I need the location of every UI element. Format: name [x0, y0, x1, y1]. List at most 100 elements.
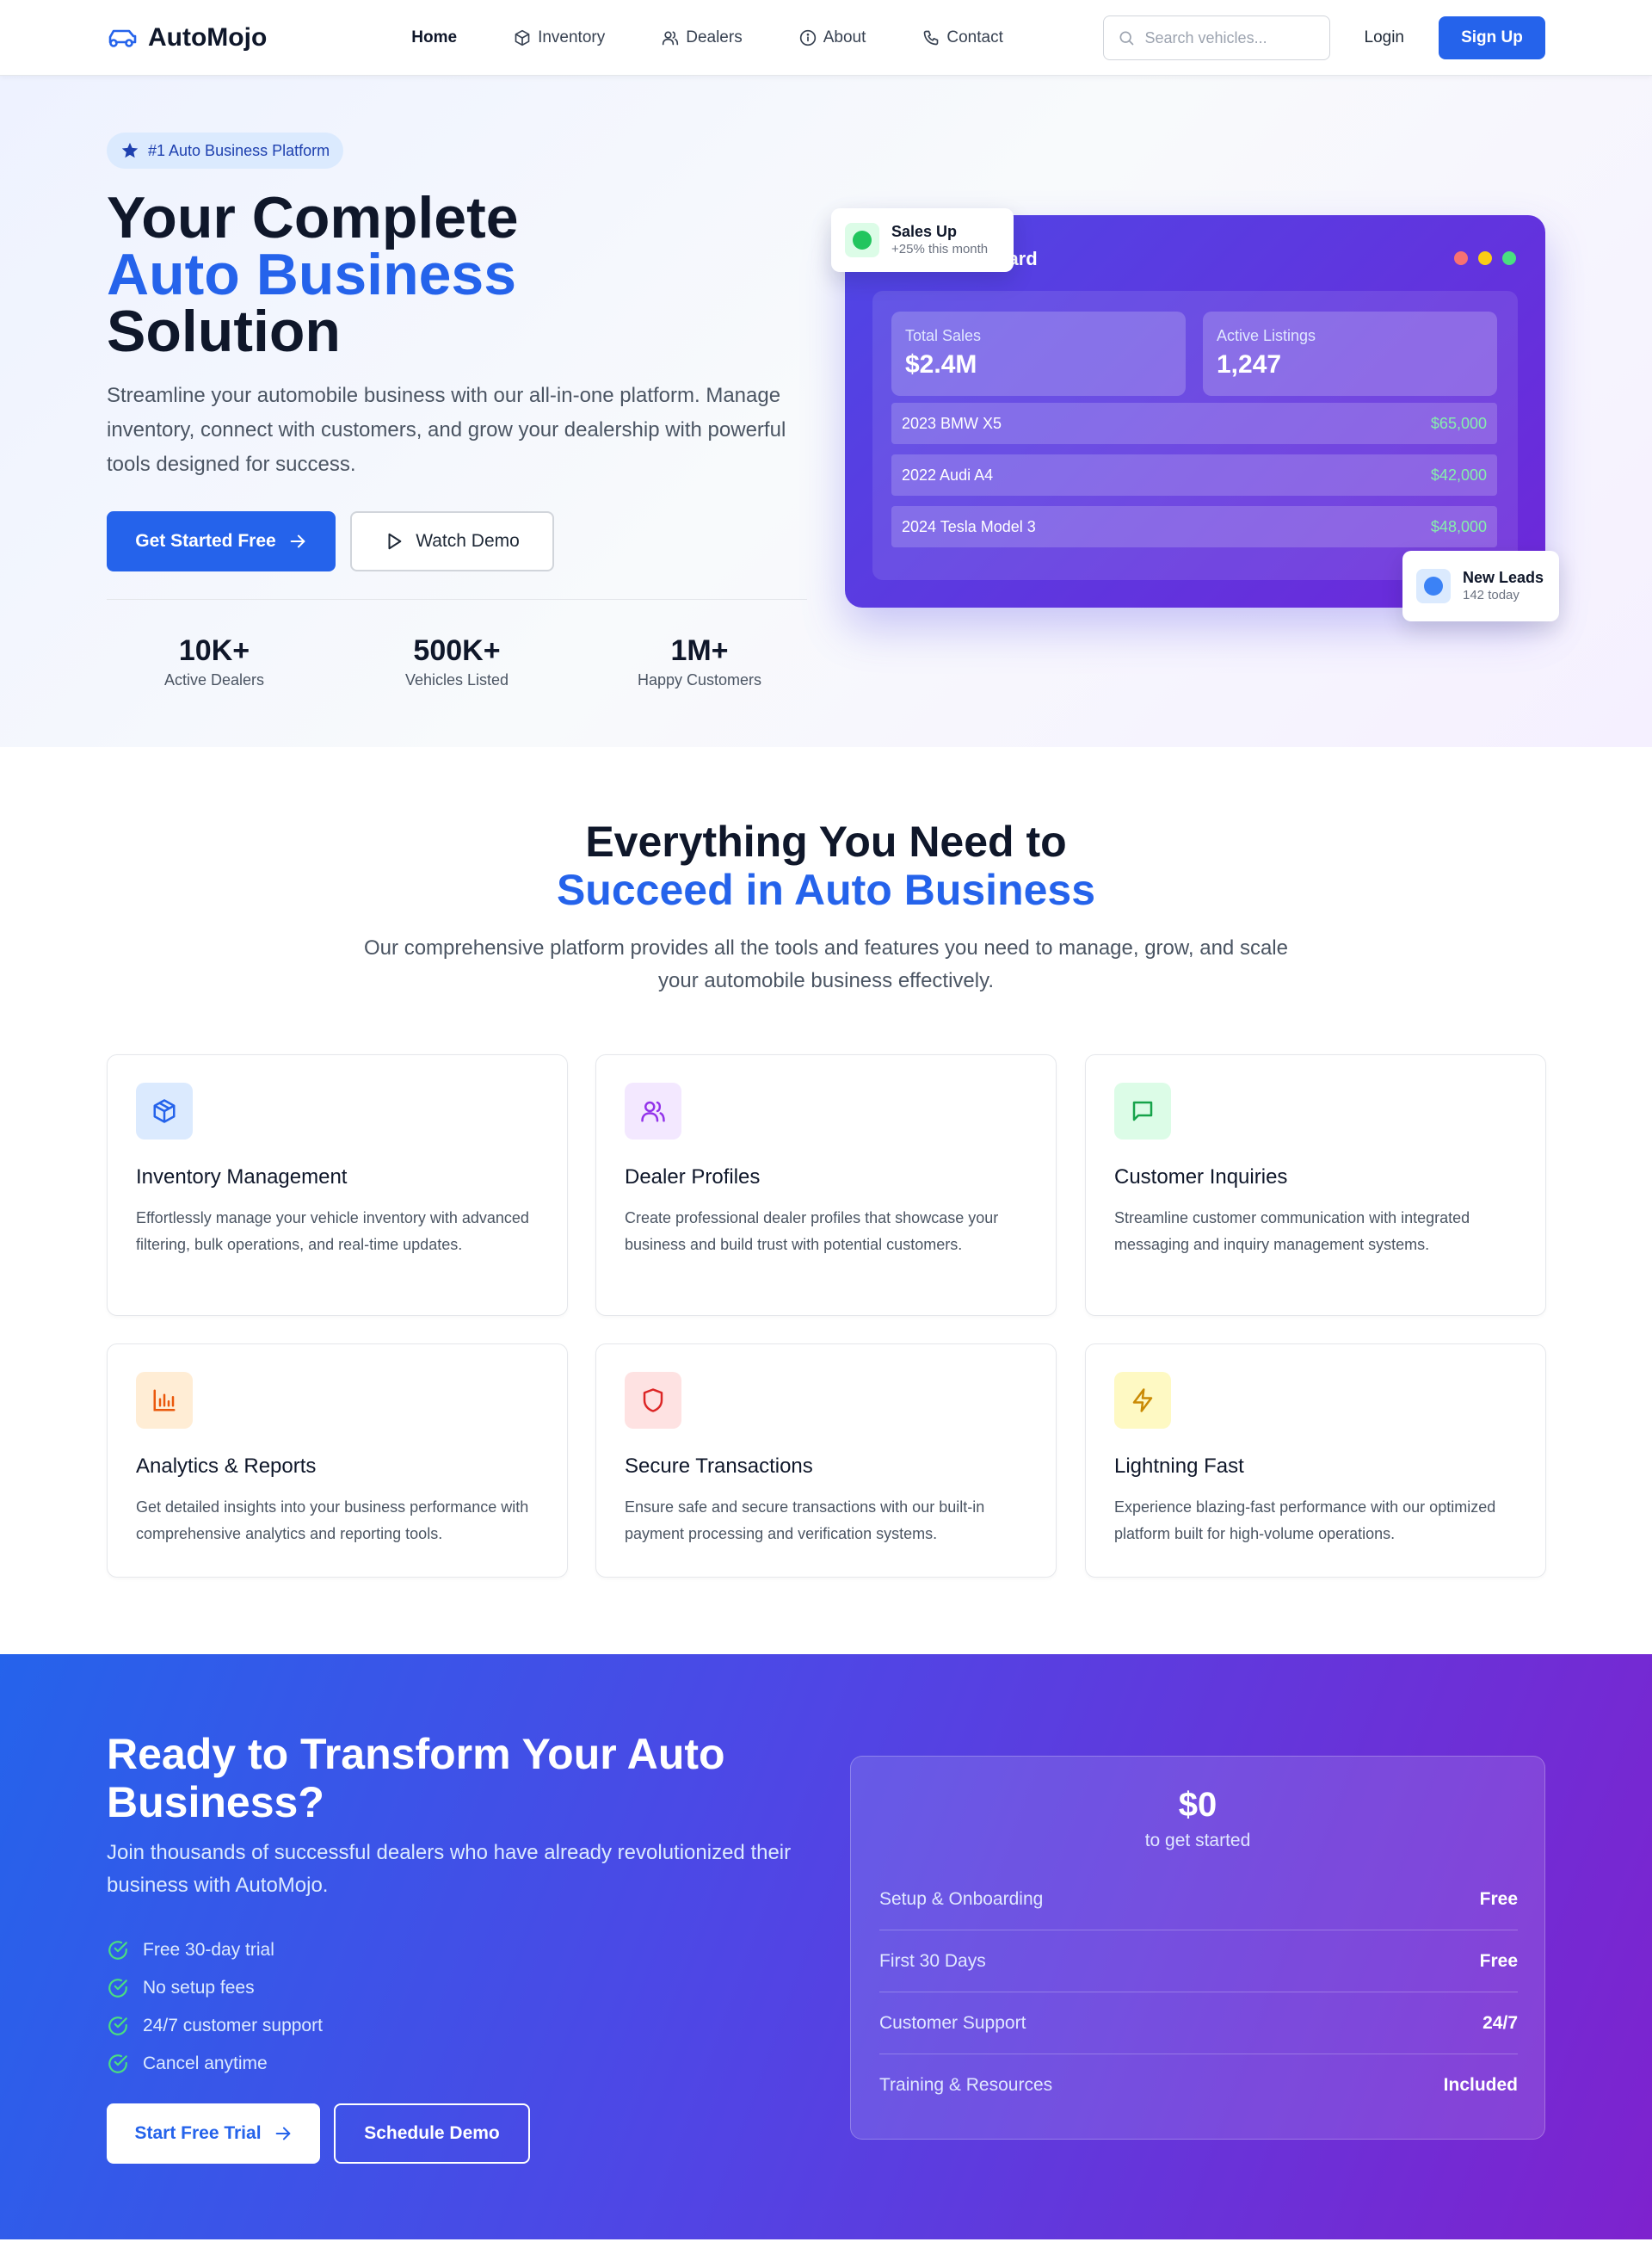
vehicle-row: 2024 Tesla Model 3 $48,000: [891, 506, 1497, 547]
sales-up-title: Sales Up: [891, 223, 958, 240]
vehicle-name: 2023 BMW X5: [902, 414, 1002, 432]
pricing-row: Customer Support 24/7: [879, 1992, 1518, 2054]
dot-green: [1502, 251, 1516, 265]
feature-title: Customer Inquiries: [1114, 1165, 1288, 1189]
signup-button[interactable]: Sign Up: [1439, 16, 1545, 59]
features-description: Our comprehensive platform provides all …: [364, 936, 1288, 992]
pricing-row-value: Free: [1479, 1888, 1518, 1909]
car-icon: [107, 26, 138, 50]
get-started-label: Get Started Free: [135, 531, 276, 551]
check-circle-icon: [107, 1939, 129, 1961]
start-free-trial-button[interactable]: Start Free Trial: [107, 2103, 320, 2164]
phone-icon: [922, 29, 940, 46]
features-title: Everything You Need to Succeed in Auto B…: [0, 818, 1652, 914]
feature-description: Experience blazing-fast performance with…: [1114, 1498, 1496, 1542]
nav-dealers-label: Dealers: [686, 28, 743, 46]
nav-about-link[interactable]: About: [799, 28, 866, 47]
benefit-item: Cancel anytime: [107, 2045, 323, 2083]
pricing-row-label: First 30 Days: [879, 1950, 986, 1971]
price-subtitle: to get started: [1144, 1831, 1251, 1850]
nav-dealers-link[interactable]: Dealers: [662, 28, 743, 47]
users-icon: [662, 29, 679, 46]
users-icon: [625, 1083, 681, 1140]
logo[interactable]: AutoMojo: [107, 23, 267, 52]
hero-divider: [107, 599, 807, 600]
star-icon: [120, 141, 139, 160]
vehicle-price: $42,000: [1430, 466, 1487, 484]
vehicle-name: 2024 Tesla Model 3: [902, 517, 1036, 535]
get-started-button[interactable]: Get Started Free: [107, 511, 336, 571]
feature-card-secure: Secure Transactions Ensure safe and secu…: [595, 1343, 1057, 1578]
hero-title-line3: Solution: [107, 299, 341, 364]
benefit-item: 24/7 customer support: [107, 2007, 323, 2045]
sales-indicator-icon: [845, 223, 879, 257]
hero-section: #1 Auto Business Platform Your Complete …: [0, 76, 1652, 747]
vehicle-price: $48,000: [1430, 517, 1487, 535]
stat-label: Happy Customers: [637, 671, 762, 689]
pricing-row: First 30 Days Free: [879, 1930, 1518, 1992]
pricing-row-value: Included: [1443, 2075, 1518, 2095]
benefit-label: No setup fees: [143, 1978, 255, 1998]
feature-card-dealers: Dealer Profiles Create professional deal…: [595, 1054, 1057, 1316]
stat-value: 500K+: [413, 634, 501, 667]
benefit-item: No setup fees: [107, 1969, 323, 2007]
nav-contact-link[interactable]: Contact: [922, 28, 1003, 47]
dot-red: [1454, 251, 1468, 265]
stat-dealers: 10K+ Active Dealers: [107, 633, 322, 689]
new-leads-card: New Leads 142 today: [1402, 551, 1559, 621]
pricing-row-value: Free: [1479, 1950, 1518, 1971]
nav-inventory-label: Inventory: [538, 28, 606, 46]
hero-title: Your Complete Auto Business Solution: [107, 185, 519, 364]
watch-demo-button[interactable]: Watch Demo: [350, 511, 554, 571]
play-icon: [385, 532, 404, 551]
dot-yellow: [1478, 251, 1492, 265]
total-sales-label: Total Sales: [905, 327, 982, 344]
logo-text: AutoMojo: [148, 23, 268, 52]
nav-home-label: Home: [411, 28, 458, 46]
nav-contact-label: Contact: [946, 28, 1003, 46]
search-icon: [1118, 29, 1135, 46]
feature-description: Get detailed insights into your business…: [136, 1498, 529, 1542]
hero-badge: #1 Auto Business Platform: [107, 133, 344, 169]
total-sales-value: $2.4M: [905, 350, 977, 379]
arrow-right-icon: [274, 2124, 293, 2143]
message-icon: [1114, 1083, 1171, 1140]
sales-up-card: Sales Up +25% this month: [831, 208, 1014, 272]
box-icon: [136, 1083, 193, 1140]
info-icon: [799, 29, 817, 46]
login-link[interactable]: Login: [1365, 28, 1405, 47]
watch-demo-label: Watch Demo: [416, 531, 520, 551]
feature-card-fast: Lightning Fast Experience blazing-fast p…: [1085, 1343, 1546, 1578]
pricing-row: Setup & Onboarding Free: [879, 1868, 1518, 1930]
cta-description: Join thousands of successful dealers who…: [107, 1841, 792, 1897]
main-nav: Home Inventory Dealers About Contact: [411, 28, 1003, 47]
cta-section: Ready to Transform Your Auto Business? J…: [0, 1654, 1652, 2239]
benefit-label: Cancel anytime: [143, 2054, 268, 2073]
check-circle-icon: [107, 2053, 129, 2075]
box-icon: [514, 29, 531, 46]
leads-indicator-icon: [1416, 569, 1451, 603]
benefit-label: Free 30-day trial: [143, 1940, 274, 1960]
active-listings-label: Active Listings: [1217, 327, 1316, 344]
feature-title: Analytics & Reports: [136, 1455, 317, 1478]
new-leads-title: New Leads: [1463, 569, 1544, 586]
window-dots: [1454, 251, 1516, 265]
features-title-line1: Everything You Need to: [585, 818, 1067, 866]
features-title-line2: Succeed in Auto Business: [556, 866, 1096, 914]
benefit-label: 24/7 customer support: [143, 2016, 323, 2035]
nav-inventory-link[interactable]: Inventory: [514, 28, 605, 47]
nav-home-link[interactable]: Home: [411, 28, 457, 47]
navbar: AutoMojo Home Inventory Dealers About Co…: [0, 0, 1652, 76]
hero-title-line1: Your Complete: [107, 185, 519, 250]
search-input[interactable]: [1144, 28, 1316, 47]
schedule-demo-button[interactable]: Schedule Demo: [334, 2103, 530, 2164]
check-circle-icon: [107, 2015, 129, 2037]
new-leads-sub: 142 today: [1463, 588, 1519, 602]
start-free-trial-label: Start Free Trial: [134, 2123, 262, 2143]
feature-title: Secure Transactions: [625, 1455, 813, 1478]
vehicle-price: $65,000: [1430, 414, 1487, 432]
search-box[interactable]: [1102, 15, 1330, 60]
total-sales-card: Total Sales $2.4M: [891, 312, 1186, 396]
stat-label: Active Dealers: [163, 671, 265, 689]
feature-description: Streamline customer communication with i…: [1114, 1209, 1470, 1253]
